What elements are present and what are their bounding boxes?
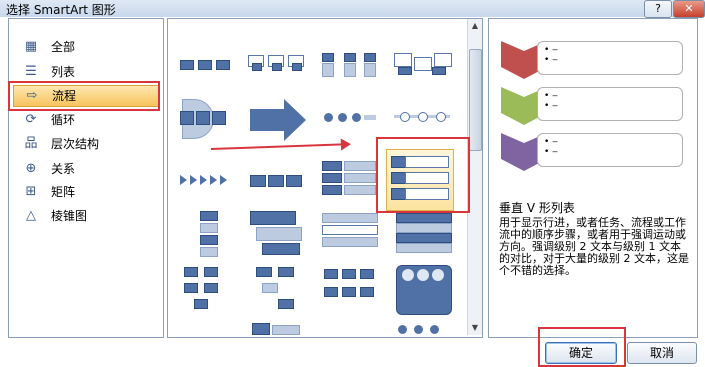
- preview-description: 用于显示行进，或者任务、流程或工作流中的顺序步骤，或者用于强调运动或方向。强调级…: [499, 216, 689, 277]
- layout-thumb-line-arrow[interactable]: [394, 101, 454, 131]
- category-label: 流程: [52, 89, 77, 103]
- help-button[interactable]: ?: [644, 0, 672, 18]
- preview-bullet: • ‒: [544, 91, 558, 101]
- pyramid-icon: △: [26, 208, 36, 223]
- layout-thumb-arrow-blocks[interactable]: [176, 97, 236, 139]
- category-label: 全部: [51, 40, 76, 54]
- layout-thumb-vertical-process[interactable]: [190, 209, 250, 257]
- layout-thumb-chevron-process[interactable]: [176, 165, 236, 195]
- category-pyramid[interactable]: △ 棱锥图: [13, 206, 157, 226]
- layout-thumb-row6-b[interactable]: [394, 321, 454, 337]
- ok-button[interactable]: 确定: [545, 342, 617, 364]
- all-icon: ▦: [24, 39, 38, 54]
- close-button[interactable]: ✕: [673, 0, 705, 18]
- layout-thumb-basic-bending[interactable]: [320, 265, 380, 313]
- category-label: 层次结构: [51, 137, 100, 151]
- preview-pane: • ‒ • ‒ • ‒ • ‒ • ‒ • ‒ 垂直 V 形列表 用于显示行进，…: [488, 18, 698, 338]
- layout-thumb-circle-timeline[interactable]: [320, 103, 380, 133]
- layout-thumb-row6-a[interactable]: [248, 319, 308, 337]
- category-relationship[interactable]: ⊕ 关系: [13, 159, 157, 179]
- preview-text-box-3: • ‒ • ‒: [537, 133, 683, 167]
- gallery-scrollbar[interactable]: ▲ ▼: [467, 19, 482, 335]
- layout-thumb-picture-process[interactable]: [392, 49, 452, 79]
- category-cycle[interactable]: ⟳ 循环: [13, 110, 157, 130]
- preview-text-box-1: • ‒ • ‒: [537, 41, 683, 75]
- preview-text-box-2: • ‒ • ‒: [537, 87, 683, 121]
- category-matrix[interactable]: ⊞ 矩阵: [13, 182, 157, 202]
- hierarchy-icon: 品: [24, 136, 38, 151]
- layout-thumb-staggered[interactable]: [320, 211, 380, 253]
- scroll-down-icon[interactable]: ▼: [468, 321, 482, 335]
- preview-bullet: • ‒: [544, 101, 558, 111]
- layout-thumb-picture-accent[interactable]: [394, 263, 454, 315]
- matrix-icon: ⊞: [25, 184, 37, 199]
- layout-gallery: ▲ ▼: [167, 18, 483, 338]
- layout-thumb-repeating-bending[interactable]: [254, 265, 314, 313]
- window-title: 选择 SmartArt 图形: [6, 3, 116, 17]
- category-process[interactable]: ⇨ 流程: [13, 85, 159, 107]
- scroll-thumb[interactable]: [469, 49, 482, 151]
- layout-thumb-accent-process[interactable]: [246, 49, 306, 79]
- layout-thumb-basic-process[interactable]: [176, 49, 236, 79]
- category-hierarchy[interactable]: 品 层次结构: [13, 134, 157, 154]
- layout-thumb-closed-chevron[interactable]: [248, 165, 308, 195]
- category-list-item[interactable]: ☰ 列表: [13, 62, 157, 82]
- preview-title: 垂直 V 形列表: [499, 201, 575, 215]
- preview-bullet: • ‒: [544, 147, 558, 157]
- preview-bullet: • ‒: [544, 137, 558, 147]
- layout-thumb-vertical-accent[interactable]: [248, 209, 308, 257]
- cancel-button[interactable]: 取消: [627, 342, 697, 364]
- layout-thumb-big-arrow[interactable]: [248, 99, 308, 141]
- preview-bullet: • ‒: [544, 45, 558, 55]
- category-list: ▦ 全部 ☰ 列表 ⇨ 流程 ⟳ 循环 品 层次结构 ⊕ 关系 ⊞ 矩阵 △ 棱…: [8, 18, 164, 338]
- category-label: 棱锥图: [51, 209, 88, 223]
- layout-thumb-segmented[interactable]: [394, 211, 454, 253]
- layout-thumb-bending-process[interactable]: [182, 265, 242, 313]
- cycle-icon: ⟳: [25, 112, 37, 127]
- layout-thumb-vertical-chevron[interactable]: [318, 159, 378, 199]
- category-label: 矩阵: [51, 185, 76, 199]
- category-label: 循环: [51, 113, 76, 127]
- layout-thumb-vertical-chevron-list[interactable]: [386, 149, 454, 211]
- scroll-up-icon[interactable]: ▲: [468, 19, 482, 33]
- list-icon: ☰: [25, 64, 37, 79]
- relationship-icon: ⊕: [25, 161, 37, 176]
- title-bar: 选择 SmartArt 图形 ? ✕: [0, 0, 705, 18]
- preview-bullet: • ‒: [544, 55, 558, 65]
- process-icon: ⇨: [26, 88, 38, 103]
- layout-thumb-step-up[interactable]: [318, 49, 378, 79]
- category-all[interactable]: ▦ 全部: [13, 37, 157, 57]
- category-label: 关系: [51, 162, 76, 176]
- category-label: 列表: [51, 65, 76, 79]
